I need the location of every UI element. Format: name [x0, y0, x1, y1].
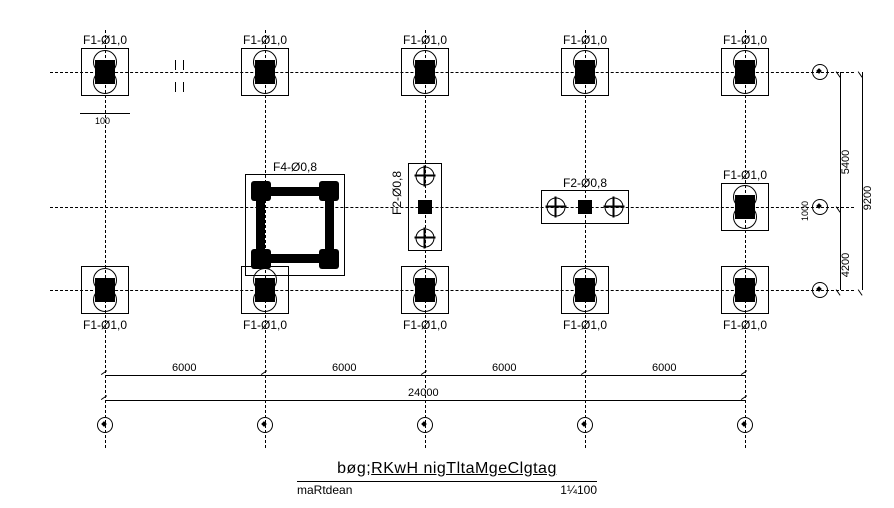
dim-small: 100: [95, 116, 110, 126]
footing-f1: [721, 48, 769, 96]
footing-f1: [721, 183, 769, 231]
footing-f2-vertical: [408, 163, 442, 251]
footing-f1: [561, 48, 609, 96]
footing-label: F2-Ø0,8: [563, 176, 607, 190]
grid-bubble-row-b: [812, 199, 828, 215]
title-prefix: bøg;: [337, 460, 371, 477]
dim-span: 6000: [332, 362, 356, 374]
drawing-canvas: F1-Ø1,0 F1-Ø1,0 F1-Ø1,0 F1-Ø1,0 F1-Ø1,0 …: [0, 0, 894, 508]
dim-v-total: 9200: [862, 186, 874, 210]
footing-label: F1-Ø1,0: [83, 318, 127, 332]
footing-f1: [81, 266, 129, 314]
grid-bubble-col: [577, 417, 593, 433]
dim-line-v-total: [862, 72, 863, 290]
footing-label: F1-Ø1,0: [723, 318, 767, 332]
footing-label: F1-Ø1,0: [723, 33, 767, 47]
footing-f1: [241, 266, 289, 314]
dim-line: [80, 113, 130, 114]
detail-tick: [175, 82, 176, 92]
footing-f4: [245, 174, 345, 276]
footing-label: F1-Ø1,0: [243, 318, 287, 332]
drawing-title: bøg;RKwH nigTltaMgeClgtag: [337, 460, 557, 478]
grid-bubble-col: [97, 417, 113, 433]
footing-label-vertical: F2-Ø0,8: [390, 171, 404, 215]
dim-v-bot: 4200: [840, 253, 852, 277]
subtitle-left: maRtdean: [297, 483, 352, 497]
grid-bubble-col: [737, 417, 753, 433]
grid-bubble-row-a: [812, 64, 828, 80]
footing-label: F1-Ø1,0: [723, 168, 767, 182]
footing-f1: [401, 266, 449, 314]
footing-label: F1-Ø1,0: [83, 33, 127, 47]
grid-bubble-row-c: [812, 282, 828, 298]
footing-label: F1-Ø1,0: [403, 318, 447, 332]
detail-tick: [175, 60, 176, 70]
drawing-subtitle: maRtdean 1¼100: [297, 481, 597, 497]
footing-f1: [81, 48, 129, 96]
footing-label: F1-Ø1,0: [403, 33, 447, 47]
footing-f1: [561, 266, 609, 314]
footing-label: F1-Ø1,0: [243, 33, 287, 47]
dim-total: 24000: [408, 387, 439, 399]
detail-tick: [183, 82, 184, 92]
dim-span: 6000: [652, 362, 676, 374]
footing-label: F1-Ø1,0: [563, 318, 607, 332]
dim-v-top: 5400: [840, 150, 852, 174]
title-underlined: RKwH nigTltaMgeClgtag: [371, 460, 557, 477]
footing-f1: [241, 48, 289, 96]
dim-col-1000: 1000: [800, 201, 810, 221]
dim-span: 6000: [172, 362, 196, 374]
footing-f1: [401, 48, 449, 96]
footing-label: F1-Ø1,0: [563, 33, 607, 47]
dim-span: 6000: [492, 362, 516, 374]
grid-bubble-col: [417, 417, 433, 433]
grid-bubble-col: [257, 417, 273, 433]
footing-f2-horizontal: [541, 190, 629, 224]
subtitle-right: 1¼100: [560, 483, 597, 497]
footing-f1: [721, 266, 769, 314]
footing-label: F4-Ø0,8: [273, 160, 317, 174]
detail-tick: [183, 60, 184, 70]
dim-line-total: [105, 400, 745, 401]
